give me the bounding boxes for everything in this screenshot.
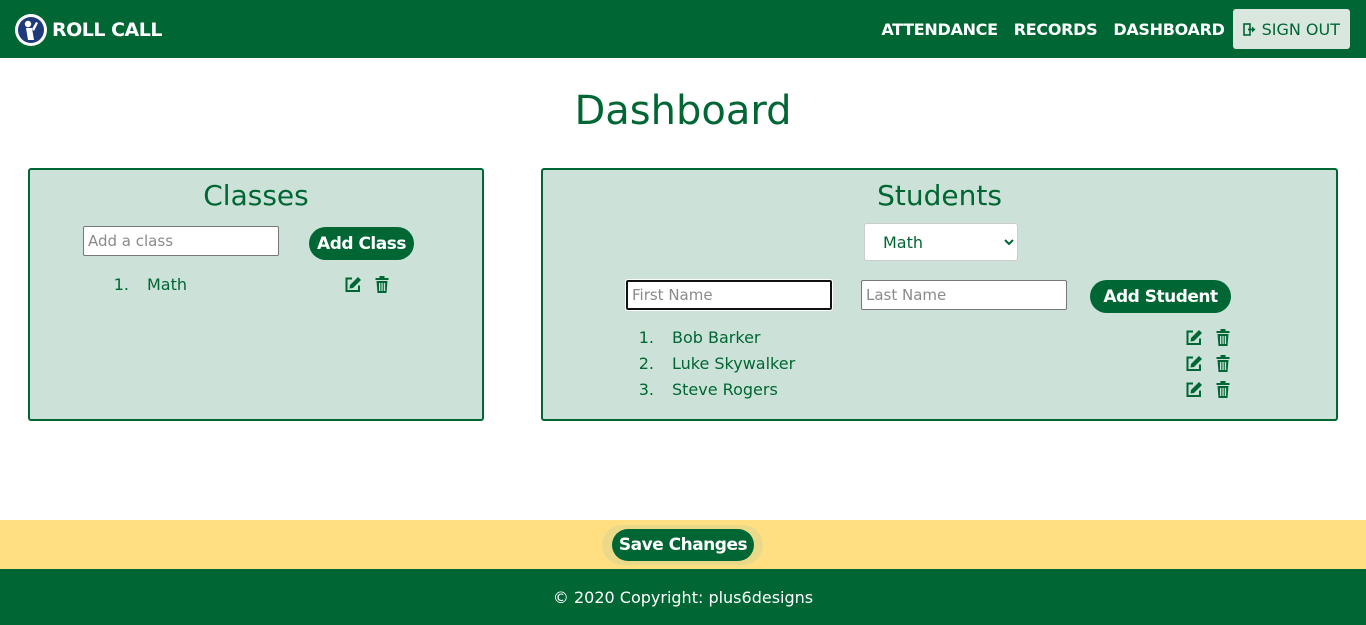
footer-copyright: © 2020 Copyright: plus6designs <box>552 587 814 607</box>
edit-icon[interactable] <box>1185 354 1203 372</box>
page-title: Dashboard <box>574 88 792 134</box>
trash-icon[interactable] <box>1214 380 1232 398</box>
sign-out-icon <box>1242 22 1257 36</box>
save-bar: Save Changes <box>0 520 1366 569</box>
classes-title: Classes <box>203 179 309 212</box>
edit-icon[interactable] <box>1185 380 1203 398</box>
footer: © 2020 Copyright: plus6designs <box>0 569 1366 625</box>
navbar: ROLL CALL ATTENDANCE RECORDS DASHBOARD S… <box>0 0 1366 58</box>
classes-panel: Classes Add Class 1. Math <box>28 168 484 421</box>
edit-icon[interactable] <box>1185 328 1203 346</box>
class-item-number: 1. <box>113 274 129 294</box>
student-item-name: Bob Barker <box>672 327 761 347</box>
students-title: Students <box>877 179 1002 212</box>
brand[interactable]: ROLL CALL <box>15 14 162 46</box>
nav-dashboard[interactable]: DASHBOARD <box>1113 20 1225 39</box>
add-class-button[interactable]: Add Class <box>309 227 414 260</box>
add-class-input[interactable] <box>83 226 279 256</box>
student-item-name: Luke Skywalker <box>672 353 796 373</box>
students-panel: Students Math Add Student 1. Bob Barker <box>541 168 1338 421</box>
edit-icon[interactable] <box>344 275 362 293</box>
roll-call-logo-icon <box>15 14 47 46</box>
student-item-name: Steve Rogers <box>672 379 778 399</box>
trash-icon[interactable] <box>1214 354 1232 372</box>
add-student-button[interactable]: Add Student <box>1090 280 1231 313</box>
student-item-number: 3. <box>638 379 654 399</box>
student-list-item: 3. Steve Rogers <box>543 377 1336 401</box>
sign-out-label: SIGN OUT <box>1261 19 1340 39</box>
class-list-item: 1. Math <box>30 272 482 296</box>
student-item-number: 2. <box>638 353 654 373</box>
student-item-number: 1. <box>638 327 654 347</box>
trash-icon[interactable] <box>1214 328 1232 346</box>
student-list-item: 2. Luke Skywalker <box>543 351 1336 375</box>
first-name-input[interactable] <box>625 279 833 311</box>
class-select[interactable]: Math <box>864 223 1018 261</box>
brand-name: ROLL CALL <box>52 19 162 41</box>
nav-links: ATTENDANCE RECORDS DASHBOARD SIGN OUT <box>865 9 1350 49</box>
trash-icon[interactable] <box>373 275 391 293</box>
student-list-item: 1. Bob Barker <box>543 325 1336 349</box>
nav-attendance[interactable]: ATTENDANCE <box>881 20 998 39</box>
class-item-name: Math <box>147 274 188 294</box>
nav-records[interactable]: RECORDS <box>1014 20 1098 39</box>
sign-out-button[interactable]: SIGN OUT <box>1232 9 1350 49</box>
last-name-input[interactable] <box>861 280 1067 310</box>
save-changes-button[interactable]: Save Changes <box>612 529 754 561</box>
